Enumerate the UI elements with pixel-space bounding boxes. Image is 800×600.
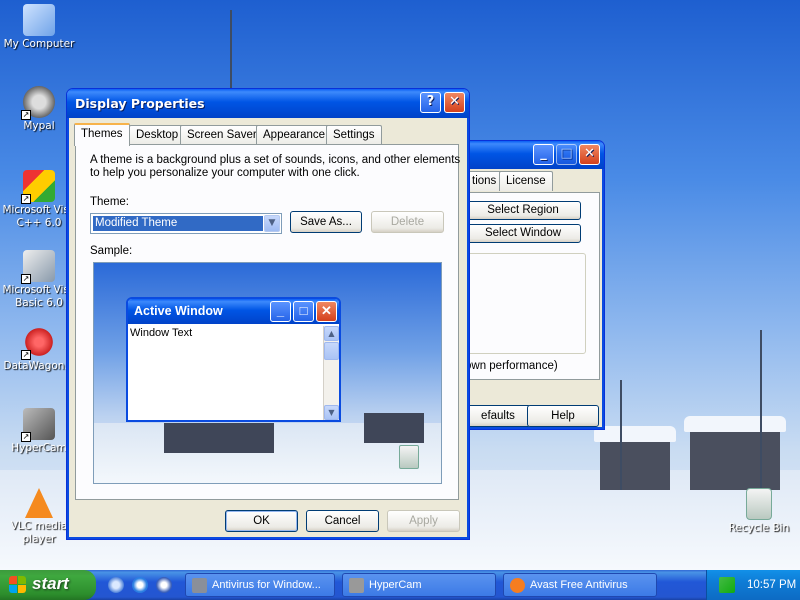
sample-label: Sample: — [90, 245, 133, 257]
sample-house — [164, 423, 274, 453]
desktop-icon-label: Recycle Bin — [728, 522, 790, 534]
desktop-icon-label: Microsoft Visu — [2, 204, 76, 216]
sample-scrollbar: ▲ ▼ — [323, 326, 339, 420]
theme-select[interactable]: Modified Theme ▼ — [90, 213, 282, 234]
help-button[interactable]: Help — [527, 405, 599, 427]
datawagon-icon: ↗ — [21, 326, 55, 360]
avast-icon — [510, 578, 525, 593]
desktop-icon-my-computer[interactable]: My Computer — [0, 4, 78, 51]
delete-button: Delete — [371, 211, 444, 233]
hypercam-icon — [349, 578, 364, 593]
select-window-button[interactable]: Select Window — [465, 224, 581, 243]
theme-select-value: Modified Theme — [93, 216, 263, 231]
taskbar-item-antivirus[interactable]: Antivirus for Window... — [185, 573, 335, 597]
sample-window-text: Window Text — [130, 327, 193, 339]
defaults-button[interactable]: efaults — [465, 405, 531, 427]
window-title: Display Properties — [75, 96, 205, 111]
maximize-icon: □ — [556, 144, 577, 165]
system-tray: 10:57 PM — [706, 570, 800, 600]
wallpaper-house — [594, 426, 676, 490]
vlc-icon — [25, 488, 53, 518]
desktop-icon-label: Basic 6.0 — [15, 297, 63, 309]
maximize-icon: □ — [293, 301, 314, 322]
sample-active-window: Active Window _ □ ✕ Window Text ▲ ▼ — [126, 297, 341, 422]
quicklaunch-media-player-icon[interactable] — [156, 577, 172, 593]
wallpaper-tree — [620, 380, 622, 490]
start-button[interactable]: start — [0, 570, 96, 600]
minimize-icon: _ — [270, 301, 291, 322]
close-icon[interactable]: ✕ — [579, 144, 600, 165]
recycle-bin-icon — [399, 445, 419, 469]
desktop-icon-label: player — [22, 533, 56, 545]
desktop-icon-label: C++ 6.0 — [16, 217, 62, 229]
visual-basic-icon: ↗ — [21, 250, 55, 284]
taskbar: start Antivirus for Window... HyperCam A… — [0, 570, 800, 600]
wallpaper-tree — [230, 10, 232, 100]
windows-flag-icon — [9, 576, 27, 594]
desktop-icon-label: Mypal — [23, 120, 55, 132]
theme-sample-preview: Active Window _ □ ✕ Window Text ▲ ▼ — [93, 262, 442, 484]
theme-description-line2: to help you personalize your computer wi… — [90, 167, 360, 179]
tab-themes[interactable]: Themes — [74, 123, 130, 146]
tab-screen-saver[interactable]: Screen Saver — [180, 125, 264, 145]
cancel-button[interactable]: Cancel — [306, 510, 379, 532]
select-region-button[interactable]: Select Region — [465, 201, 581, 220]
save-as-button[interactable]: Save As... — [290, 211, 362, 233]
scroll-down-icon: ▼ — [324, 405, 339, 420]
help-question-icon[interactable]: ? — [420, 92, 441, 113]
clock[interactable]: 10:57 PM — [747, 579, 796, 591]
taskbar-item-label: Antivirus for Window... — [212, 579, 321, 591]
taskbar-item-hypercam[interactable]: HyperCam — [342, 573, 496, 597]
tab-appearance[interactable]: Appearance — [256, 125, 333, 145]
tab-desktop[interactable]: Desktop — [129, 125, 186, 145]
wallpaper-tree — [760, 330, 762, 490]
sample-window-title: Active Window — [134, 304, 223, 318]
theme-label: Theme: — [90, 196, 129, 208]
antivirus-icon — [192, 578, 207, 593]
desktop-icon-label: VLC media — [10, 520, 68, 532]
visual-cpp-icon: ↗ — [21, 170, 55, 204]
scroll-thumb — [324, 342, 339, 360]
ok-button[interactable]: OK — [225, 510, 298, 532]
desktop-icon-recycle-bin[interactable]: Recycle Bin — [720, 488, 798, 535]
theme-description-line1: A theme is a background plus a set of so… — [90, 154, 461, 166]
hypercam-icon: ↗ — [21, 408, 55, 442]
desktop-icon-label: HyperCam — [11, 442, 67, 454]
quicklaunch-show-desktop-icon[interactable] — [108, 577, 124, 593]
minimize-icon[interactable]: _ — [533, 144, 554, 165]
close-icon: ✕ — [316, 301, 337, 322]
my-computer-icon — [23, 4, 55, 36]
scroll-up-icon: ▲ — [324, 326, 339, 341]
display-properties-titlebar[interactable]: Display Properties ? ✕ — [67, 89, 469, 118]
tab-settings[interactable]: Settings — [326, 125, 382, 145]
taskbar-item-label: Avast Free Antivirus — [530, 579, 628, 591]
close-icon[interactable]: ✕ — [444, 92, 465, 113]
desktop-icon-label: Microsoft Visu — [2, 284, 76, 296]
taskbar-item-label: HyperCam — [369, 579, 422, 591]
recycle-bin-icon — [746, 488, 772, 520]
taskbar-item-avast[interactable]: Avast Free Antivirus — [503, 573, 657, 597]
quicklaunch-internet-explorer-icon[interactable] — [132, 577, 148, 593]
sample-house — [364, 413, 424, 443]
desktop-icon-label: DataWagon... — [3, 360, 75, 372]
apply-button: Apply — [387, 510, 460, 532]
desktop-icon-label: My Computer — [3, 38, 75, 50]
wallpaper-house — [684, 416, 786, 490]
tab-license[interactable]: License — [499, 171, 553, 191]
chevron-down-icon[interactable]: ▼ — [264, 215, 280, 232]
tray-network-icon[interactable] — [719, 577, 735, 593]
sample-window-titlebar: Active Window _ □ ✕ — [128, 299, 339, 324]
tab-options[interactable]: tions — [465, 171, 504, 191]
start-label: start — [32, 574, 69, 593]
performance-text: own performance) — [465, 360, 558, 372]
background-groupbox — [465, 253, 586, 354]
mypal-icon: ↗ — [21, 86, 55, 120]
